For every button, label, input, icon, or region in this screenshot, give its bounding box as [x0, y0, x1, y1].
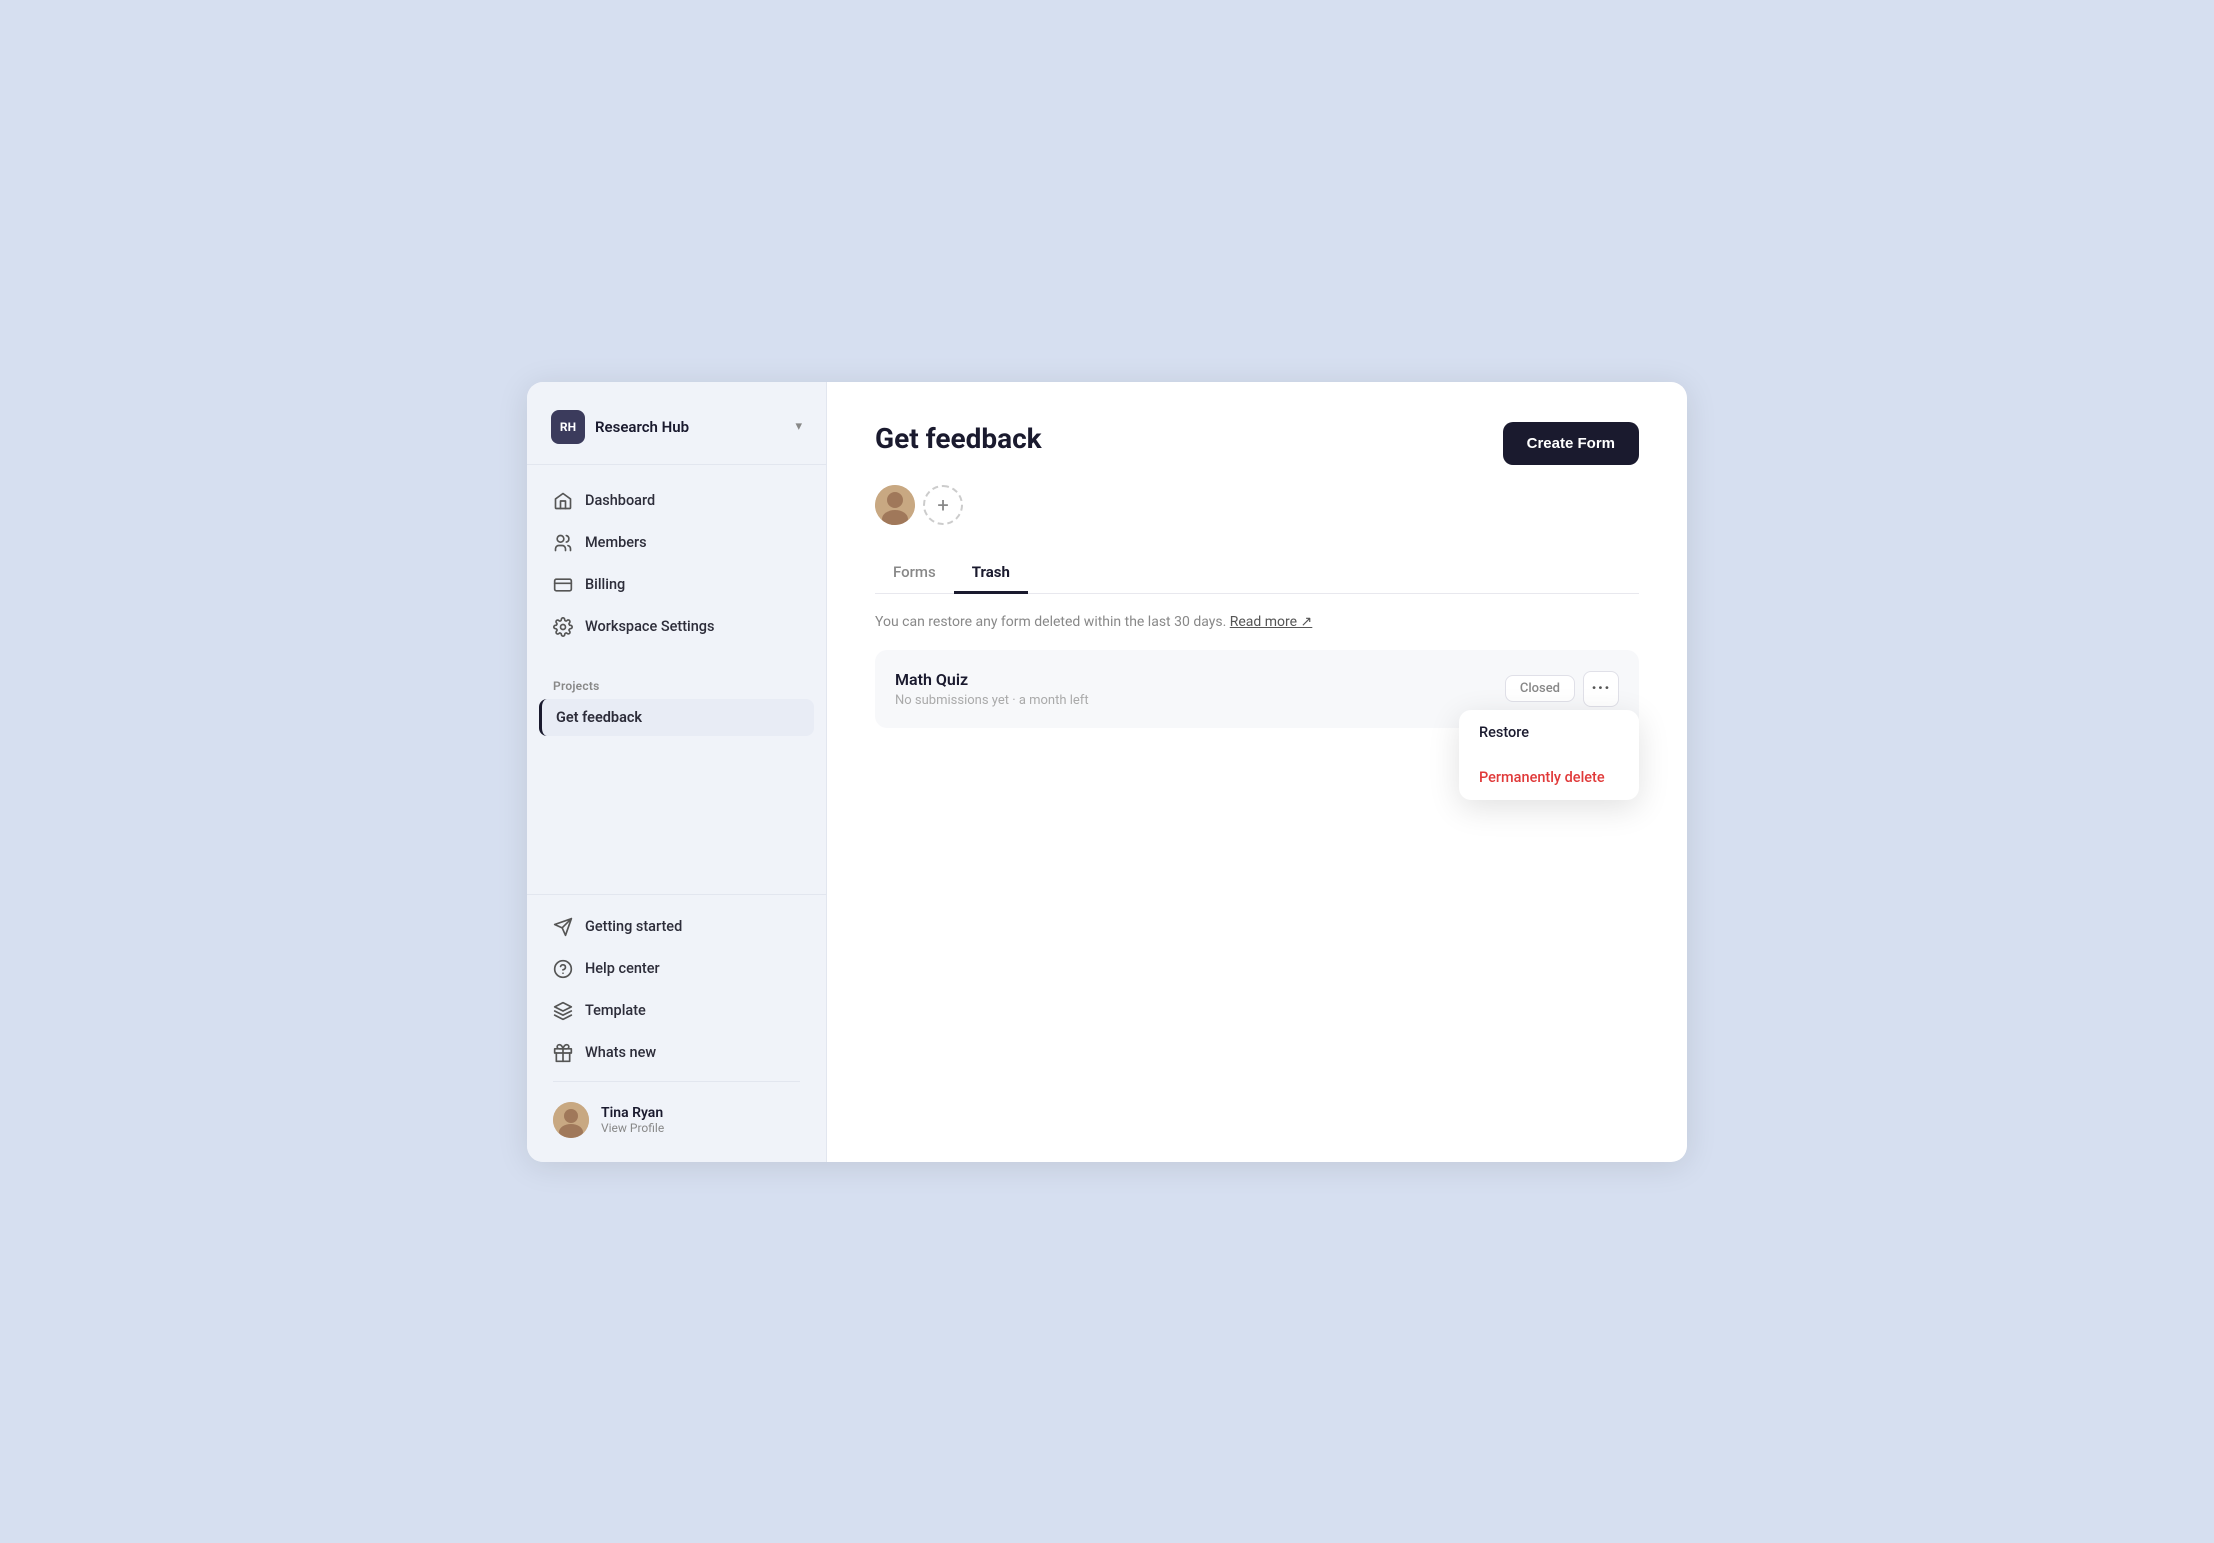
user-profile[interactable]: Tina Ryan View Profile — [539, 1090, 814, 1150]
arrow-icon — [553, 917, 573, 937]
avatars-row: + — [875, 485, 1639, 525]
sidebar-item-members-label: Members — [585, 534, 647, 551]
more-options-button[interactable]: ··· — [1583, 671, 1619, 707]
settings-icon — [553, 617, 573, 637]
bottom-nav: Getting started Help center — [539, 907, 814, 1073]
add-member-button[interactable]: + — [923, 485, 963, 525]
form-card: Math Quiz No submissions yet · a month l… — [875, 650, 1639, 728]
billing-icon — [553, 575, 573, 595]
home-icon — [553, 491, 573, 511]
members-icon — [553, 533, 573, 553]
sidebar-item-dashboard[interactable]: Dashboard — [539, 481, 814, 521]
sidebar-item-members[interactable]: Members — [539, 523, 814, 563]
sidebar-item-dashboard-label: Dashboard — [585, 492, 655, 509]
page-title: Get feedback — [875, 422, 1042, 455]
form-card-info: Math Quiz No submissions yet · a month l… — [895, 670, 1505, 708]
sidebar-item-template-label: Template — [585, 1002, 646, 1019]
sidebar-item-getting-started-label: Getting started — [585, 918, 682, 935]
sidebar-divider — [553, 1081, 800, 1082]
sidebar-item-template[interactable]: Template — [539, 991, 814, 1031]
user-info: Tina Ryan View Profile — [601, 1105, 664, 1135]
permanently-delete-button[interactable]: Permanently delete — [1459, 755, 1639, 800]
help-icon — [553, 959, 573, 979]
chevron-down-icon: ▾ — [795, 419, 802, 434]
status-badge: Closed — [1505, 675, 1575, 702]
member-avatar[interactable] — [875, 485, 915, 525]
sidebar-bottom: Getting started Help center — [527, 894, 826, 1162]
avatar — [553, 1102, 589, 1138]
sidebar-item-help-center-label: Help center — [585, 960, 660, 977]
sidebar: RH Research Hub ▾ Dashboard — [527, 382, 827, 1162]
sidebar-item-whats-new[interactable]: Whats new — [539, 1033, 814, 1073]
sidebar-item-billing-label: Billing — [585, 576, 625, 593]
form-card-actions: Closed ··· — [1505, 671, 1619, 707]
sidebar-item-billing[interactable]: Billing — [539, 565, 814, 605]
create-form-button[interactable]: Create Form — [1503, 422, 1639, 465]
tabs: Forms Trash — [875, 553, 1639, 594]
read-more-link[interactable]: Read more ↗ — [1230, 614, 1313, 630]
tab-forms[interactable]: Forms — [875, 553, 954, 594]
page-header: Get feedback Create Form — [875, 422, 1639, 465]
sidebar-item-workspace-settings-label: Workspace Settings — [585, 618, 714, 635]
restore-button[interactable]: Restore — [1459, 710, 1639, 755]
dropdown-menu: Restore Permanently delete — [1459, 710, 1639, 800]
tab-trash[interactable]: Trash — [954, 553, 1028, 594]
user-name: Tina Ryan — [601, 1105, 664, 1121]
project-item-label: Get feedback — [556, 709, 642, 726]
sidebar-item-get-feedback[interactable]: Get feedback — [539, 699, 814, 736]
form-card-title: Math Quiz — [895, 670, 1505, 689]
projects-section: Projects Get feedback — [527, 663, 826, 738]
workspace-selector[interactable]: RH Research Hub ▾ — [527, 382, 826, 465]
sidebar-item-workspace-settings[interactable]: Workspace Settings — [539, 607, 814, 647]
layers-icon — [553, 1001, 573, 1021]
sidebar-item-help-center[interactable]: Help center — [539, 949, 814, 989]
sidebar-item-getting-started[interactable]: Getting started — [539, 907, 814, 947]
main-nav: Dashboard Members — [527, 465, 826, 663]
sidebar-item-whats-new-label: Whats new — [585, 1044, 656, 1061]
gift-icon — [553, 1043, 573, 1063]
user-role: View Profile — [601, 1121, 664, 1135]
main-content: Get feedback Create Form + Forms Trash — [827, 382, 1687, 1162]
info-text: You can restore any form deleted within … — [875, 614, 1639, 630]
projects-section-label: Projects — [539, 663, 814, 699]
form-card-meta: No submissions yet · a month left — [895, 693, 1505, 708]
workspace-avatar: RH — [551, 410, 585, 444]
workspace-name: Research Hub — [595, 418, 785, 436]
